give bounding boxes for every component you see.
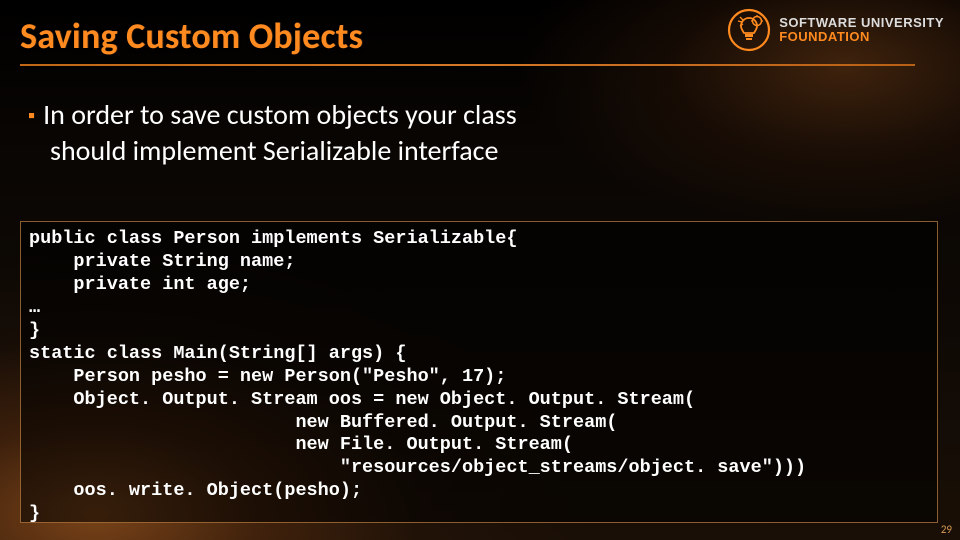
logo-line-1: SOFTWARE UNIVERSITY [779, 16, 944, 30]
slide-title: Saving Custom Objects [20, 14, 363, 58]
page-number: 29 [941, 523, 952, 536]
title-underline [20, 64, 915, 66]
lightbulb-gear-icon [727, 8, 771, 52]
bullet-text: In order to save custom objects your cla… [43, 97, 517, 168]
logo: SOFTWARE UNIVERSITY FOUNDATION [727, 8, 944, 52]
bullet-point: ▪ In order to save custom objects your cl… [28, 97, 598, 168]
bullet-marker-icon: ▪ [28, 104, 35, 128]
logo-line-2: FOUNDATION [779, 30, 944, 44]
code-block: public class Person implements Serializa… [20, 221, 938, 523]
logo-text: SOFTWARE UNIVERSITY FOUNDATION [779, 16, 944, 43]
